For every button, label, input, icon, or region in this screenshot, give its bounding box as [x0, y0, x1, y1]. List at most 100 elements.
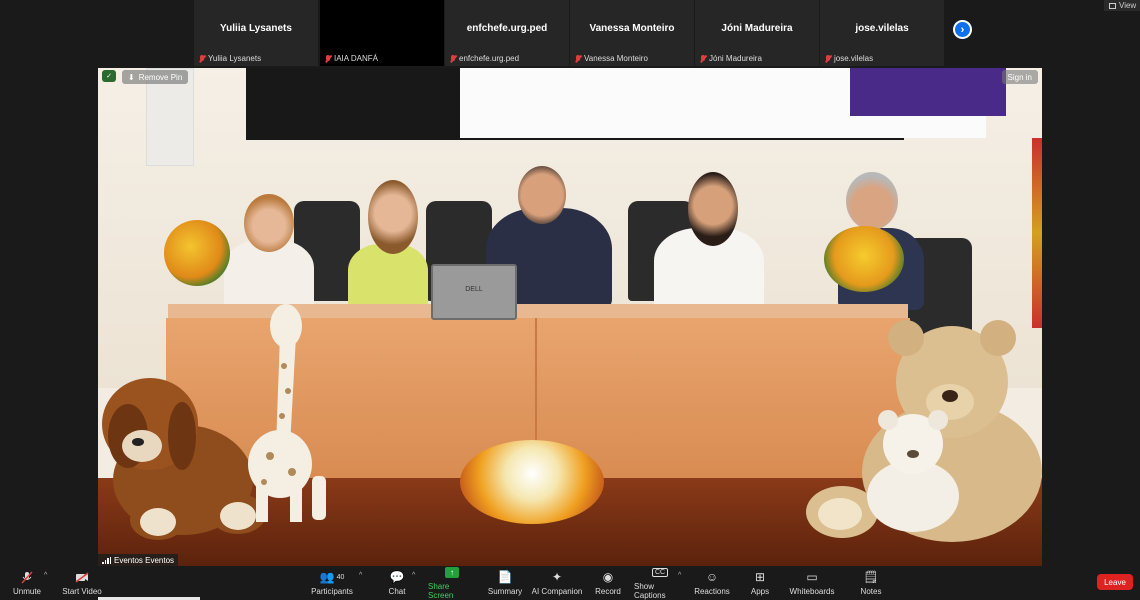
participant-display-name: jose.vilelas [855, 23, 909, 34]
participant-tag-label: Vanessa Monteiro [584, 54, 648, 63]
unmute-button[interactable]: Unmute [8, 566, 46, 600]
video-flowers-left [164, 220, 230, 286]
video-person-head [846, 172, 898, 230]
main-video[interactable]: DELL ✓ ⬇ Remove Pin Sign in Eventos Even… [98, 68, 1042, 566]
smiley-icon: ☺ [705, 570, 719, 584]
participant-display-name: Vanessa Monteiro [589, 23, 675, 34]
notes-icon: 🗒 [863, 570, 879, 584]
next-page-button[interactable]: › [953, 20, 972, 39]
participant-tag-label: IAIA DANFÁ [334, 54, 379, 63]
participants-button[interactable]: 👥 40 Participants [310, 566, 354, 600]
participant-name-tag: enfchefe.urg.ped [447, 53, 522, 64]
shield-icon: ✓ [106, 73, 112, 80]
participant-count: 40 [336, 573, 345, 581]
mic-muted-icon [575, 54, 581, 63]
leave-label: Leave [1104, 577, 1126, 587]
video-projection-screen [246, 68, 1006, 140]
participant-display-name: enfchefe.urg.ped [466, 23, 548, 34]
mic-muted-icon [199, 54, 205, 63]
mic-muted-icon [450, 54, 456, 63]
remove-pin-button[interactable]: ⬇ Remove Pin [122, 70, 189, 84]
mic-muted-icon [21, 570, 33, 584]
video-slide-banner [850, 68, 1006, 116]
participant-tag-label: Jóni Madureira [709, 54, 762, 63]
record-icon: ◉ [602, 570, 614, 584]
video-plush-giraffe [248, 304, 326, 522]
view-button[interactable]: View [1104, 0, 1140, 11]
video-white-teddy-bear [867, 410, 959, 532]
mic-muted-icon [325, 54, 331, 63]
start-video-button[interactable]: Start Video [60, 566, 104, 600]
chat-label: Chat [388, 587, 406, 596]
video-flag [1032, 138, 1042, 328]
reactions-button[interactable]: ☺ Reactions [694, 566, 730, 600]
video-person [348, 244, 428, 310]
leave-button[interactable]: Leave [1097, 574, 1133, 590]
participant-tag-label: Yuliia Lysanets [208, 54, 262, 63]
speaker-name: Eventos Eventos [114, 555, 175, 565]
unmute-label: Unmute [12, 587, 41, 596]
notes-label: Notes [860, 587, 882, 596]
chat-button[interactable]: 💬 Chat [384, 566, 410, 600]
participant-tile[interactable]: jose.vilelas jose.vilelas [820, 0, 944, 66]
record-label: Record [595, 587, 621, 596]
video-off-icon [75, 570, 89, 584]
laptop-brand-label: DELL [465, 286, 483, 293]
video-person-head [518, 166, 566, 224]
show-captions-label: Show Captions [634, 582, 666, 600]
participant-name-tag: IAIA DANFÁ [322, 53, 381, 64]
view-label: View [1119, 1, 1137, 10]
ai-companion-button[interactable]: ✦ AI Companion [530, 566, 584, 600]
summary-button[interactable]: 📄 Summary [486, 566, 524, 600]
whiteboards-button[interactable]: ▭ Whiteboards [789, 566, 835, 600]
chevron-right-icon: › [960, 23, 965, 36]
participant-display-name: Jóni Madureira [721, 23, 793, 34]
video-security-badge[interactable]: ✓ [102, 70, 116, 82]
share-screen-icon: ↑ [445, 566, 459, 579]
video-person-head [368, 180, 418, 254]
pin-icon: ⬇ [128, 72, 135, 82]
video-person-head [688, 172, 738, 246]
meeting-toolbar: Unmute ^ Start Video 👥 40 Participants ^ … [0, 566, 1140, 600]
participant-name-tag: jose.vilelas [822, 53, 876, 64]
start-video-label: Start Video [62, 587, 102, 596]
notes-button[interactable]: 🗒 Notes [858, 566, 884, 600]
whiteboard-icon: ▭ [806, 570, 818, 584]
ai-companion-label: AI Companion [531, 587, 583, 596]
share-screen-label: Share Screen [428, 582, 454, 600]
participant-tag-label: enfchefe.urg.ped [459, 54, 520, 63]
sign-in-button[interactable]: Sign in [1001, 70, 1038, 84]
video-flowers-right [824, 226, 904, 292]
participant-name-tag: Yuliia Lysanets [196, 53, 264, 64]
participant-name-tag: Jóni Madureira [697, 53, 765, 64]
apps-grid-icon: ⊞ [754, 570, 766, 584]
gallery-strip: Yuliia Lysanets Yuliia Lysanets IAIA DAN… [0, 0, 1140, 66]
apps-label: Apps [750, 587, 770, 596]
summary-doc-icon: 📄 [497, 570, 513, 584]
participants-icon: 👥 40 [319, 570, 345, 584]
participants-options-caret[interactable]: ^ [359, 572, 362, 579]
participant-display-name: Yuliia Lysanets [220, 23, 292, 34]
unmute-options-caret[interactable]: ^ [44, 572, 47, 579]
cc-icon: CC [651, 566, 669, 579]
video-centerpiece-flowers [460, 440, 604, 524]
video-slide [460, 68, 1006, 138]
participant-tile[interactable]: Vanessa Monteiro Vanessa Monteiro [570, 0, 694, 66]
mic-muted-icon [825, 54, 831, 63]
participant-name-tag: Vanessa Monteiro [572, 53, 651, 64]
video-laptop: DELL [431, 264, 517, 320]
captions-options-caret[interactable]: ^ [678, 572, 681, 579]
whiteboards-label: Whiteboards [789, 587, 835, 596]
reactions-label: Reactions [694, 587, 730, 596]
participant-tile[interactable]: Yuliia Lysanets Yuliia Lysanets [194, 0, 318, 66]
share-screen-button[interactable]: ↑ Share Screen [428, 566, 476, 600]
grid-icon [1109, 2, 1116, 9]
record-button[interactable]: ◉ Record [592, 566, 624, 600]
mic-muted-icon [700, 54, 706, 63]
video-person-head [244, 194, 294, 252]
chat-options-caret[interactable]: ^ [412, 572, 415, 579]
participant-tile[interactable]: Jóni Madureira Jóni Madureira [695, 0, 819, 66]
apps-button[interactable]: ⊞ Apps [746, 566, 774, 600]
participant-tile[interactable]: IAIA DANFÁ [320, 0, 444, 66]
participant-tile[interactable]: enfchefe.urg.ped enfchefe.urg.ped [445, 0, 569, 66]
